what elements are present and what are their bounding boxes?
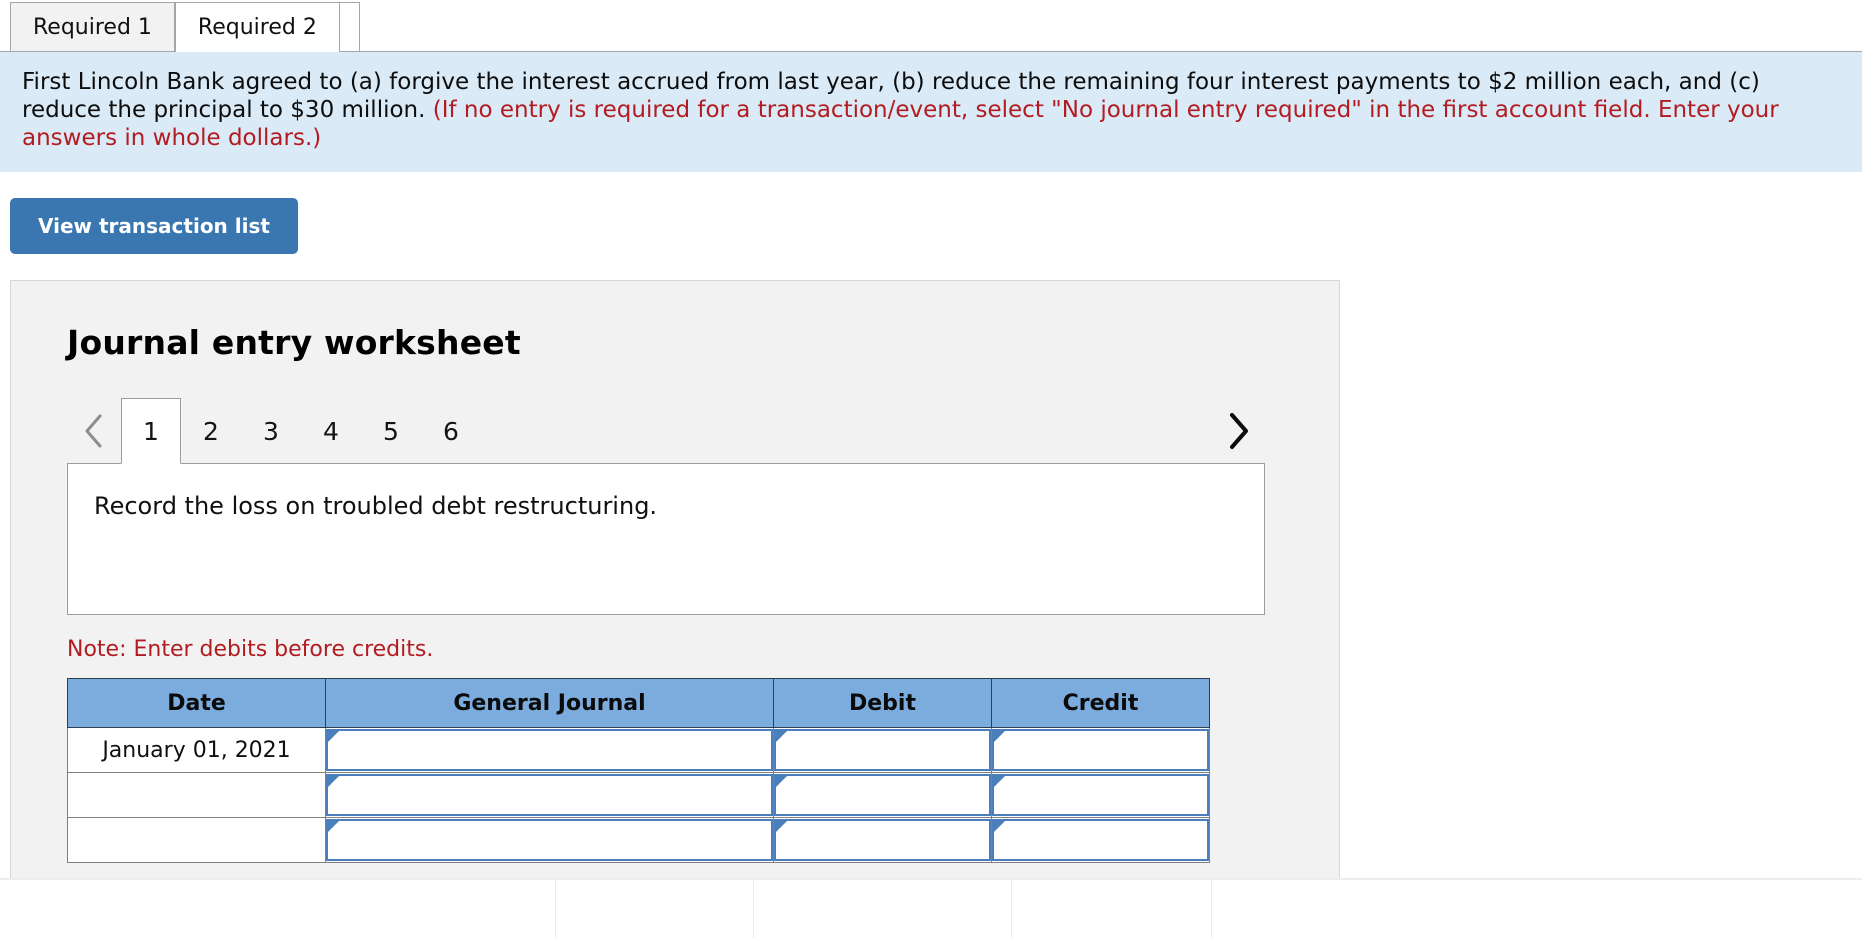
account-select-1[interactable]: [326, 729, 773, 772]
entry-tab-5[interactable]: 5: [361, 398, 421, 464]
footer-segment-1: [0, 880, 556, 938]
entry-tab-4[interactable]: 4: [301, 398, 361, 464]
cell-date-3[interactable]: [67, 817, 326, 864]
entry-tab-5-label: 5: [383, 417, 399, 447]
account-select-3[interactable]: [326, 819, 773, 862]
entry-tab-3-label: 3: [263, 417, 279, 447]
table-row: [67, 772, 1210, 819]
cell-date-1[interactable]: January 01, 2021: [67, 727, 326, 774]
debit-input-2[interactable]: [774, 774, 991, 817]
entry-tab-3[interactable]: 3: [241, 398, 301, 464]
table-header-row: Date General Journal Debit Credit: [67, 678, 1210, 729]
tab-required-1[interactable]: Required 1: [10, 2, 175, 52]
tabstrip-end-spacer: [339, 2, 360, 52]
cell-debit-3[interactable]: [773, 817, 992, 864]
table-row: [67, 817, 1210, 864]
entry-tabstrip: 1 2 3 4 5 6: [67, 392, 1265, 465]
account-select-2[interactable]: [326, 774, 773, 817]
credit-input-2[interactable]: [992, 774, 1209, 817]
cell-credit-1[interactable]: [991, 727, 1210, 774]
entry-tab-6-label: 6: [443, 417, 459, 447]
cell-general-journal-1[interactable]: [325, 727, 774, 774]
cell-general-journal-2[interactable]: [325, 772, 774, 819]
table-row: January 01, 2021: [67, 727, 1210, 774]
footer-bar: [0, 878, 1862, 938]
tab-required-2-label: Required 2: [197, 15, 317, 40]
cell-debit-2[interactable]: [773, 772, 992, 819]
entry-tab-6[interactable]: 6: [421, 398, 481, 464]
footer-segment-3: [754, 880, 1012, 938]
column-header-credit: Credit: [991, 678, 1210, 729]
entry-tab-2[interactable]: 2: [181, 398, 241, 464]
entry-tab-4-label: 4: [323, 417, 339, 447]
footer-segment-2: [556, 880, 754, 938]
chevron-right-icon[interactable]: [1211, 398, 1265, 464]
credit-input-1[interactable]: [992, 729, 1209, 772]
view-transaction-list-button[interactable]: View transaction list: [10, 198, 298, 255]
task-description-text: Record the loss on troubled debt restruc…: [94, 492, 658, 521]
column-header-debit: Debit: [773, 678, 992, 729]
entry-tab-1-label: 1: [143, 416, 159, 446]
cell-debit-1[interactable]: [773, 727, 992, 774]
column-header-general-journal: General Journal: [325, 678, 774, 729]
worksheet-title: Journal entry worksheet: [67, 323, 521, 363]
entry-tab-2-label: 2: [203, 417, 219, 447]
cell-general-journal-3[interactable]: [325, 817, 774, 864]
toolbar: View transaction list: [0, 172, 1862, 255]
debit-input-3[interactable]: [774, 819, 991, 862]
debit-input-1[interactable]: [774, 729, 991, 772]
tab-required-1-label: Required 1: [33, 15, 152, 40]
instruction-banner: First Lincoln Bank agreed to (a) forgive…: [0, 52, 1862, 173]
column-header-date: Date: [67, 678, 326, 729]
requirement-tabstrip: Required 1 Required 2: [0, 0, 1862, 52]
cell-credit-2[interactable]: [991, 772, 1210, 819]
task-description-box: Record the loss on troubled debt restruc…: [67, 463, 1265, 616]
journal-entry-table: Date General Journal Debit Credit Januar…: [67, 678, 1210, 864]
chevron-left-icon[interactable]: [67, 398, 121, 464]
journal-entry-worksheet-panel: Journal entry worksheet 1 2 3 4 5 6 Reco…: [10, 280, 1340, 881]
cell-date-2[interactable]: [67, 772, 326, 819]
debits-before-credits-note: Note: Enter debits before credits.: [67, 637, 434, 663]
tab-required-2[interactable]: Required 2: [174, 2, 340, 52]
entry-tab-1[interactable]: 1: [121, 398, 181, 465]
credit-input-3[interactable]: [992, 819, 1209, 862]
footer-segment-4: [1012, 880, 1212, 938]
footer-segment-5: [1212, 880, 1862, 938]
cell-credit-3[interactable]: [991, 817, 1210, 864]
